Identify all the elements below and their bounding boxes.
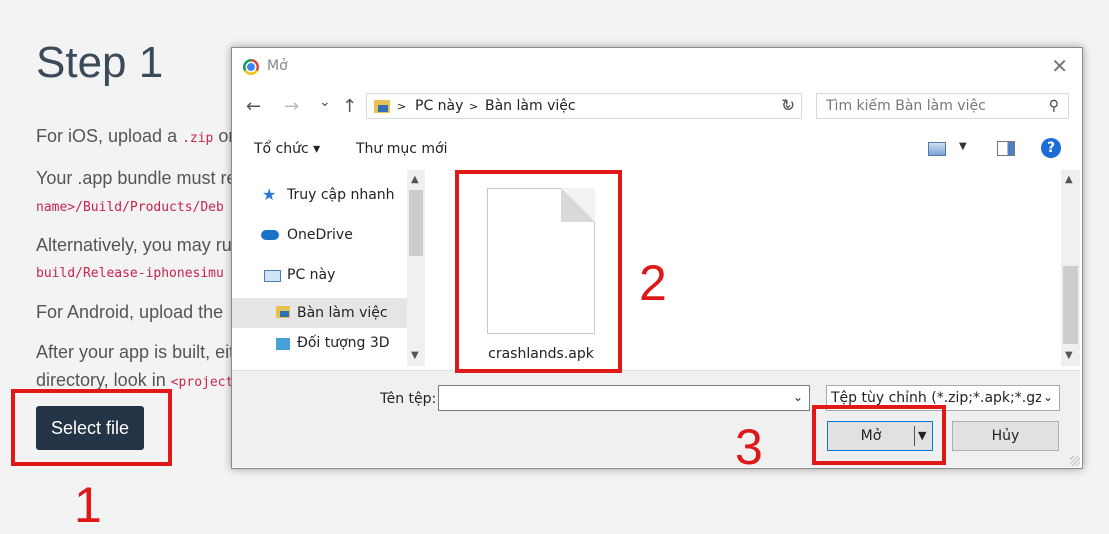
chevron-down-icon[interactable]: ⌄	[793, 390, 803, 404]
build-path-code: name>/Build/Products/Deb	[36, 200, 224, 215]
search-icon: ⚲	[1048, 98, 1059, 114]
annotation-box-3	[812, 405, 946, 465]
resize-grip-icon[interactable]	[1070, 456, 1080, 466]
star-icon: ★	[262, 185, 277, 204]
sidebar-item-label: PC này	[287, 267, 336, 283]
search-placeholder: Tìm kiếm Bàn làm việc	[826, 98, 986, 114]
sidebar-item-label: OneDrive	[287, 227, 353, 243]
android-instructions: For Android, upload the .	[36, 302, 236, 322]
navigation-sidebar: ★ Truy cập nhanh OneDrive PC này Bàn làm…	[232, 170, 427, 366]
annotation-box-2	[455, 170, 622, 373]
file-list-scrollbar[interactable]: ▲ ▼	[1061, 170, 1080, 366]
view-dropdown-icon[interactable]: ▼	[959, 141, 967, 152]
scrollbar-thumb[interactable]	[409, 190, 423, 256]
search-input[interactable]: Tìm kiếm Bàn làm việc ⚲	[816, 93, 1069, 119]
refresh-icon[interactable]: ↻	[781, 96, 795, 116]
help-icon[interactable]: ?	[1041, 138, 1061, 158]
sidebar-item-onedrive[interactable]: OneDrive	[232, 222, 407, 250]
back-arrow-icon[interactable]: ←	[246, 96, 261, 117]
after-build-text: After your app is built, eith	[36, 342, 245, 362]
sidebar-item-label: Đối tượng 3D	[297, 335, 390, 351]
chrome-icon	[243, 59, 259, 75]
sidebar-item-desktop[interactable]: Bàn làm việc	[232, 298, 407, 328]
scroll-up-arrow-icon[interactable]: ▲	[411, 174, 419, 185]
annotation-number-2: 2	[639, 255, 667, 311]
preview-pane-icon[interactable]	[997, 141, 1015, 156]
breadcrumb-separator: >	[397, 100, 407, 113]
scroll-down-arrow-icon[interactable]: ▼	[1065, 350, 1073, 361]
file-name-field-label: Tên tệp:	[380, 391, 437, 407]
up-arrow-icon[interactable]: ↑	[342, 96, 357, 117]
breadcrumb-pc[interactable]: PC này	[415, 98, 463, 114]
page-title: Step 1	[36, 38, 164, 87]
annotation-number-3: 3	[735, 419, 763, 475]
computer-icon	[264, 270, 281, 282]
breadcrumb-desktop[interactable]: Bàn làm việc	[485, 98, 576, 114]
cloud-icon	[261, 230, 279, 240]
folder-icon	[276, 338, 290, 350]
scroll-up-arrow-icon[interactable]: ▲	[1065, 174, 1073, 185]
breadcrumb-separator: >	[469, 100, 479, 113]
dialog-title: Mở	[267, 58, 288, 74]
app-bundle-text: Your .app bundle must re	[36, 168, 237, 188]
release-path-code: build/Release-iphonesimu	[36, 266, 224, 281]
close-icon[interactable]: ✕	[1051, 54, 1068, 78]
ios-instructions: For iOS, upload a .zip or	[36, 126, 235, 146]
sidebar-item-label: Bàn làm việc	[297, 305, 388, 321]
annotation-box-1	[11, 389, 172, 466]
sidebar-scrollbar[interactable]: ▲ ▼	[407, 170, 425, 366]
desktop-folder-icon	[276, 306, 290, 318]
scrollbar-thumb[interactable]	[1063, 266, 1078, 344]
chevron-down-icon[interactable]: ⌄	[1043, 390, 1053, 404]
cancel-button[interactable]: Hủy	[952, 421, 1059, 451]
desktop-folder-icon	[374, 100, 390, 113]
scroll-down-arrow-icon[interactable]: ▼	[411, 350, 419, 361]
alternative-text: Alternatively, you may run	[36, 235, 242, 255]
annotation-number-1: 1	[74, 477, 102, 533]
sidebar-item-3d-objects[interactable]: Đối tượng 3D	[232, 330, 407, 358]
dialog-titlebar: Mở ✕	[232, 48, 1082, 86]
directory-text: directory, look in <project	[36, 370, 234, 390]
sidebar-item-label: Truy cập nhanh	[287, 187, 395, 203]
file-name-input[interactable]: ⌄	[438, 385, 810, 411]
recent-locations-chevron-icon[interactable]: ⌄	[319, 94, 331, 110]
organize-menu[interactable]: Tổ chức ▾	[254, 141, 320, 157]
file-type-value: Tệp tùy chỉnh (*.zip;*.apk;*.gz;*.t	[831, 390, 1041, 406]
address-bar[interactable]: > PC này > Bàn làm việc ⌄	[366, 93, 802, 119]
view-options-icon[interactable]	[928, 142, 946, 156]
forward-arrow-icon[interactable]: →	[284, 96, 299, 117]
sidebar-item-quick-access[interactable]: ★ Truy cập nhanh	[232, 182, 407, 210]
new-folder-button[interactable]: Thư mục mới	[356, 141, 448, 157]
sidebar-item-this-pc[interactable]: PC này	[232, 262, 407, 290]
